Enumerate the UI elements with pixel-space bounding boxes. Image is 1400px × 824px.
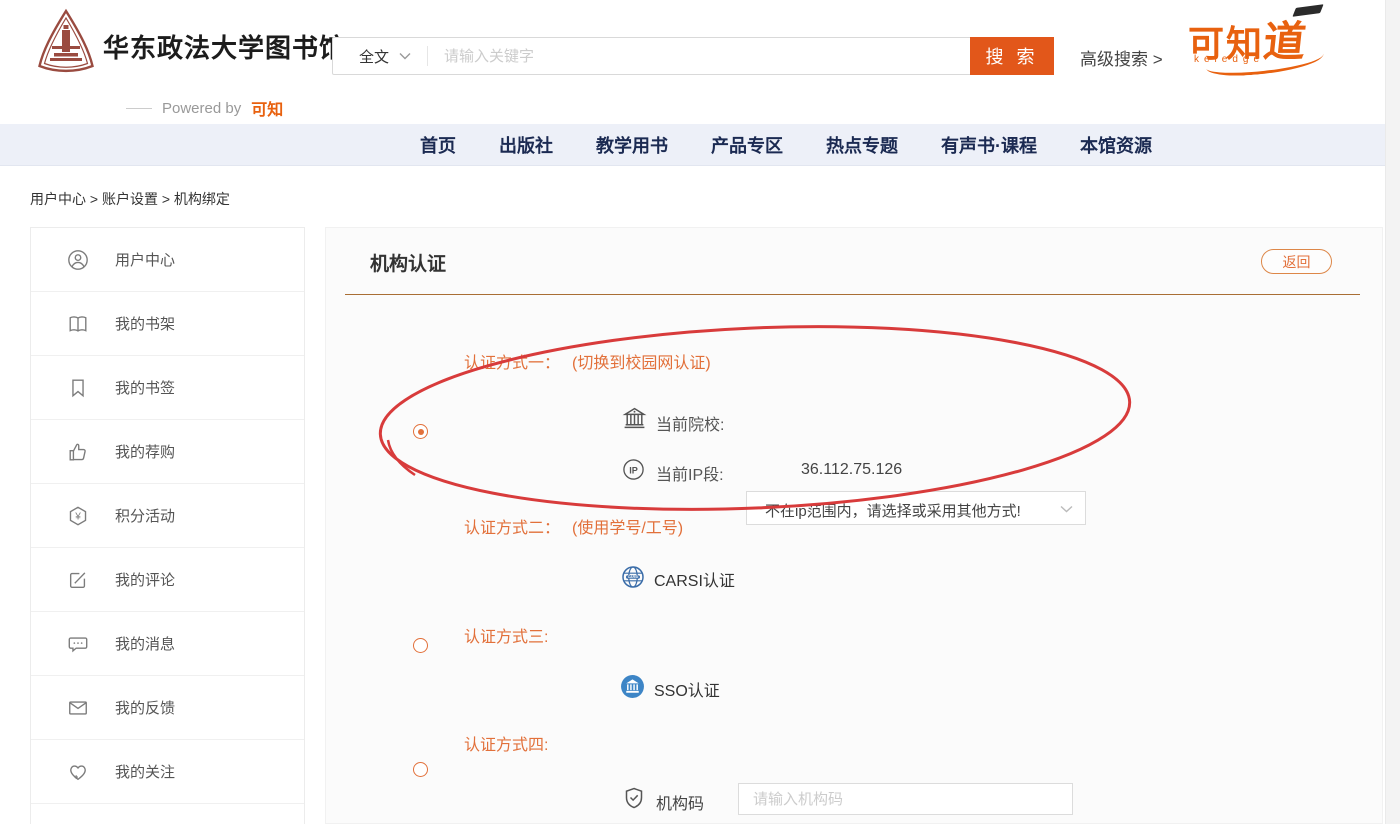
svg-text:IP: IP	[629, 465, 638, 475]
university-name: 华东政法大学图书馆	[103, 28, 346, 65]
current-school-label: 当前院校:	[656, 411, 724, 435]
svg-text:¥: ¥	[74, 511, 81, 522]
page: 华东政法大学图书馆 Powered by 可知 全文 搜 索 高级搜索 > 可知…	[0, 0, 1400, 824]
sidebar-item-recommendations[interactable]: 我的荐购	[31, 420, 304, 484]
nav-item-hot-topics[interactable]: 热点专题	[826, 132, 898, 158]
sidebar-item-feedback[interactable]: 我的反馈	[31, 676, 304, 740]
nav-item-product-zone[interactable]: 产品专区	[711, 132, 783, 158]
sidebar-item-label: 我的关注	[115, 761, 175, 782]
nav-item-teaching-books[interactable]: 教学用书	[596, 132, 668, 158]
sidebar-item-label: 我的消息	[115, 633, 175, 654]
edit-icon	[67, 569, 89, 591]
org-code-label: 机构码	[656, 790, 704, 814]
search-scope-value: 全文	[359, 46, 389, 67]
sidebar-item-label: 我的书签	[115, 377, 175, 398]
nav-item-publishers[interactable]: 出版社	[499, 132, 553, 158]
sidebar-item-label: 我的反馈	[115, 697, 175, 718]
points-hexagon-icon: ¥	[67, 505, 89, 527]
sidebar-item-bookshelf[interactable]: 我的书架	[31, 292, 304, 356]
page-title: 机构认证	[370, 249, 446, 276]
message-icon	[67, 633, 89, 655]
heart-icon	[67, 761, 89, 783]
current-school-select[interactable]: 不在ip范围内，请选择或采用其他方式!	[746, 491, 1086, 525]
org-code-input[interactable]	[738, 783, 1073, 815]
current-ip-label: 当前IP段:	[656, 461, 724, 485]
shield-check-icon	[622, 786, 646, 815]
sso-icon	[620, 674, 645, 704]
sidebar-item-label: 用户中心	[115, 249, 175, 270]
sidebar-item-label: 我的评论	[115, 569, 175, 590]
svg-text:CARSI: CARSI	[628, 575, 639, 579]
university-logo-icon	[36, 8, 96, 79]
carsi-auth-link[interactable]: CARSI认证	[654, 567, 735, 591]
sidebar-item-following[interactable]: 我的关注	[31, 740, 304, 804]
carsi-icon: CARSI	[621, 565, 645, 594]
auth-method-1-note: (切换到校园网认证)	[572, 355, 711, 372]
nav-item-audiobooks-courses[interactable]: 有声书·课程	[941, 132, 1037, 158]
nav-item-home[interactable]: 首页	[420, 132, 456, 158]
nav-item-library-resources[interactable]: 本馆资源	[1080, 132, 1152, 158]
book-open-icon	[67, 313, 89, 335]
chevron-down-icon	[1060, 505, 1073, 513]
auth-method-1-radio[interactable]	[413, 424, 428, 439]
sidebar-item-points[interactable]: ¥ 积分活动	[31, 484, 304, 548]
auth-method-3-label: 认证方式三:	[464, 623, 548, 647]
sidebar-item-user-center[interactable]: 用户中心	[31, 228, 304, 292]
search-scope-dropdown[interactable]: 全文	[333, 46, 427, 67]
current-ip-value: 36.112.75.126	[801, 461, 902, 479]
auth-method-4-label: 认证方式四:	[464, 731, 548, 755]
sidebar-item-label: 我的书架	[115, 313, 175, 334]
main-nav: 首页 出版社 教学用书 产品专区 热点专题 有声书·课程 本馆资源	[0, 124, 1400, 166]
auth-method-2-radio[interactable]	[413, 638, 428, 653]
institution-icon	[622, 406, 647, 436]
mail-icon	[67, 697, 89, 719]
bookmark-icon	[67, 377, 89, 399]
search-button[interactable]: 搜 索	[970, 37, 1054, 75]
search-input[interactable]	[428, 48, 970, 65]
auth-method-1-label: 认证方式一：(切换到校园网认证)	[464, 349, 711, 373]
keledge-logo[interactable]: 可知道 keledge	[1188, 8, 1363, 82]
powered-by: Powered by 可知	[126, 96, 283, 120]
sidebar-item-bookmarks[interactable]: 我的书签	[31, 356, 304, 420]
sidebar-item-label: 积分活动	[115, 505, 175, 526]
keledge-logo-subtext: keledge	[1194, 54, 1264, 65]
powered-by-brand: 可知	[251, 96, 283, 120]
chevron-down-icon	[399, 52, 411, 60]
auth-method-2-note: (使用学号/工号)	[572, 520, 683, 537]
advanced-search-link[interactable]: 高级搜索 >	[1080, 45, 1163, 70]
current-school-value: 不在ip范围内，请选择或采用其他方式!	[765, 500, 1021, 521]
title-divider	[345, 294, 1360, 295]
powered-by-label: Powered by	[162, 100, 241, 117]
scrollbar[interactable]	[1385, 0, 1400, 824]
sidebar: 用户中心 我的书架 我的书签 我的荐购 ¥ 积分活动 我的评论 我的消息 我的反	[30, 227, 305, 824]
thumbs-up-icon	[67, 441, 89, 463]
dash-divider	[126, 108, 152, 109]
auth-method-2-label: 认证方式二：(使用学号/工号)	[464, 514, 683, 538]
sso-auth-link[interactable]: SSO认证	[654, 677, 720, 701]
search-bar: 全文 搜 索	[332, 37, 1054, 75]
auth-method-3-radio[interactable]	[413, 762, 428, 777]
sidebar-item-comments[interactable]: 我的评论	[31, 548, 304, 612]
sidebar-item-label: 我的荐购	[115, 441, 175, 462]
user-icon	[67, 249, 89, 271]
sidebar-item-messages[interactable]: 我的消息	[31, 612, 304, 676]
ip-icon: IP	[622, 458, 645, 486]
breadcrumb: 用户中心 > 账户设置 > 机构绑定	[30, 189, 230, 209]
back-button[interactable]: 返回	[1261, 249, 1332, 274]
